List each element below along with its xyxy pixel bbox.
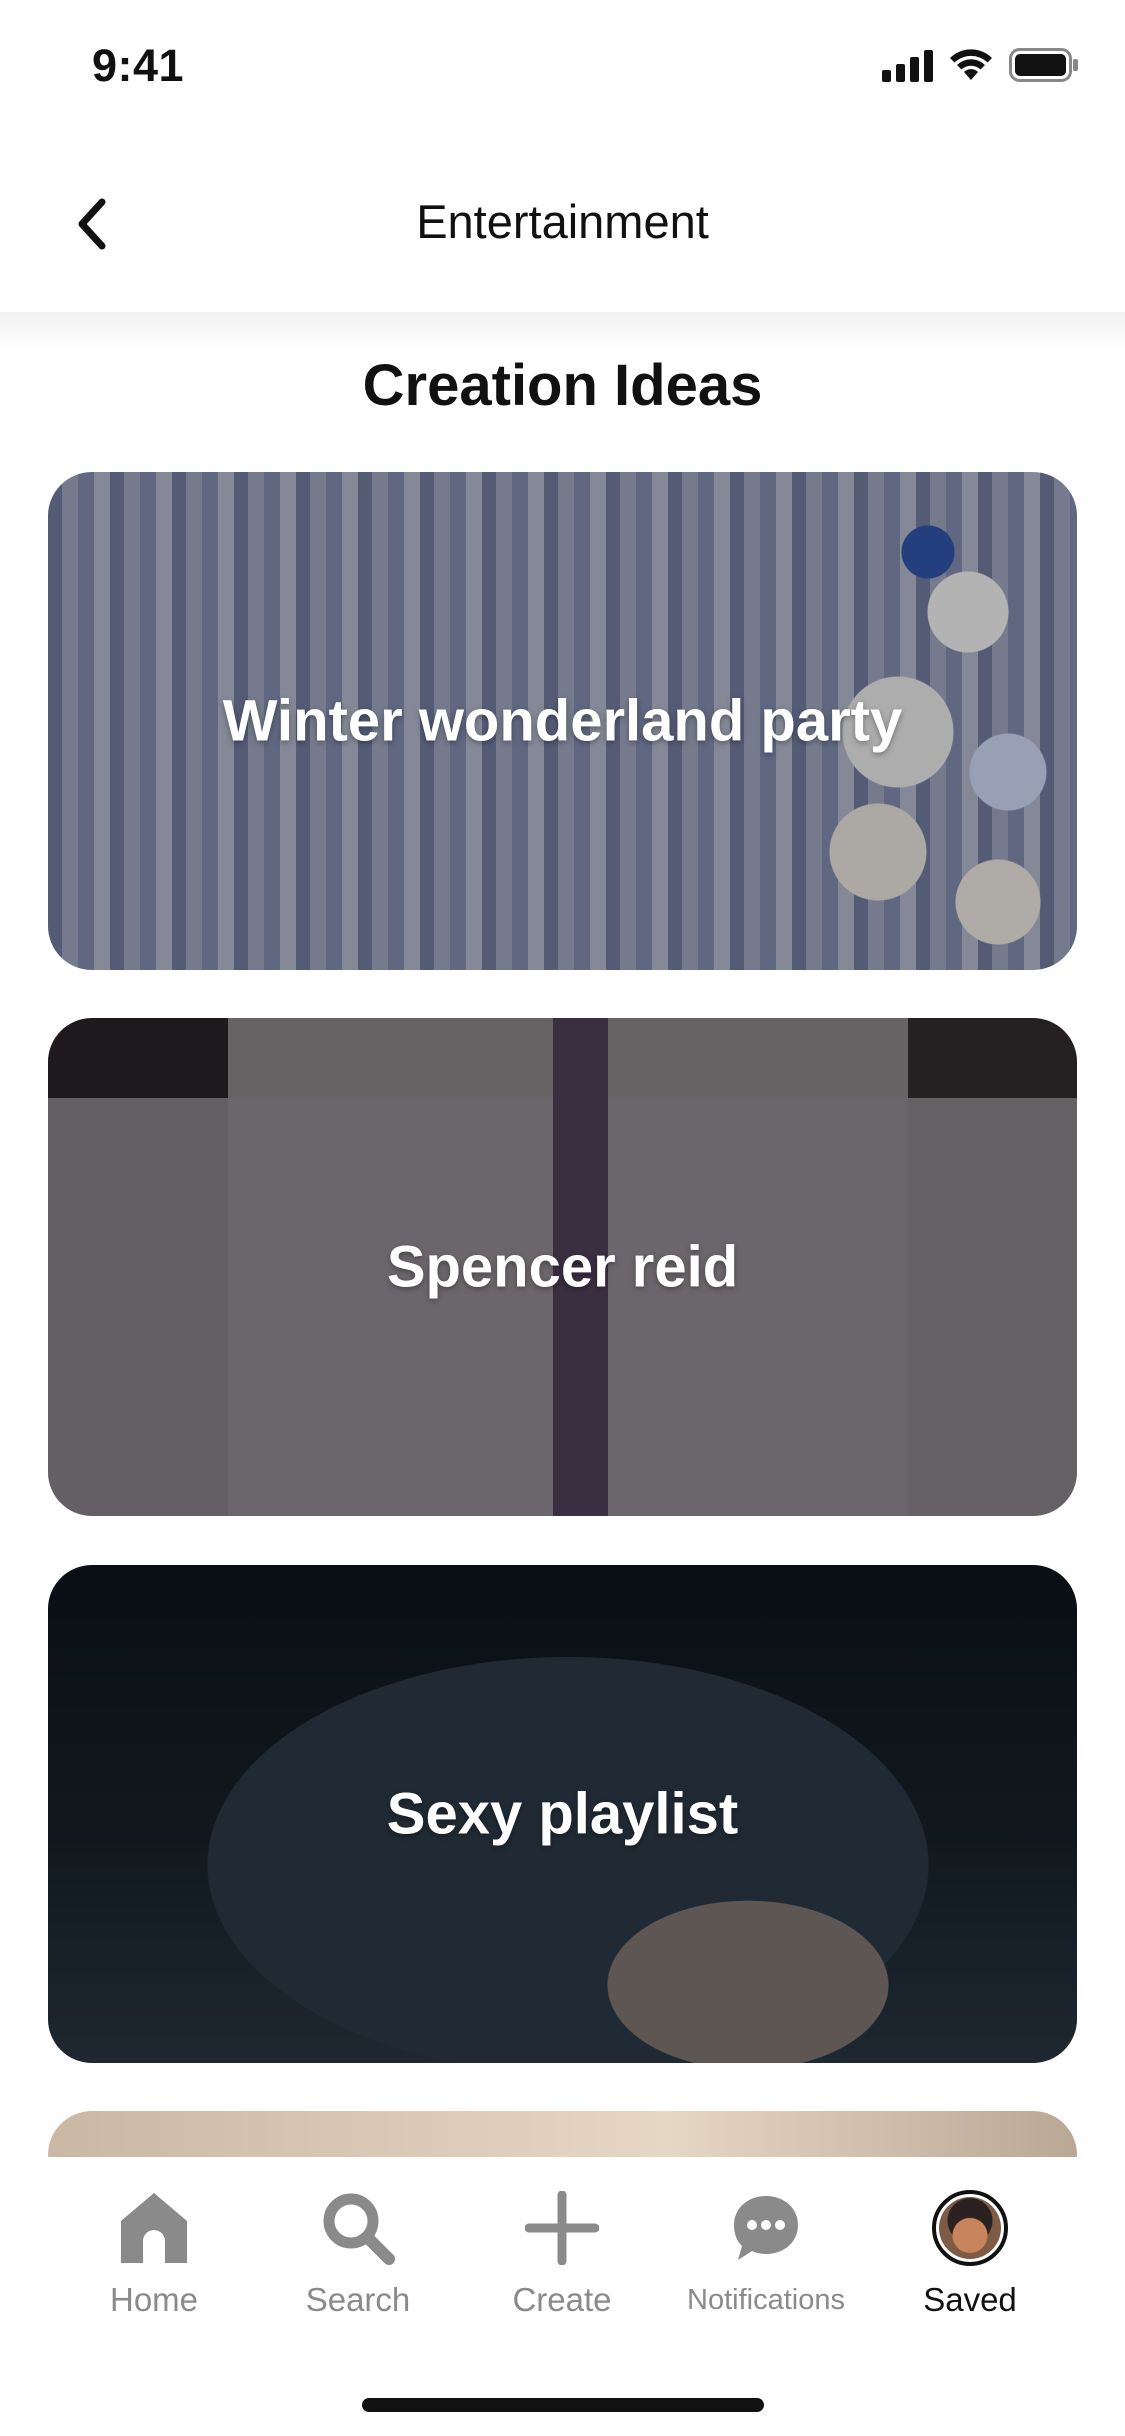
bottom-nav: Home Search Create Notifications Saved xyxy=(0,2157,1125,2436)
status-bar: 9:41 xyxy=(0,0,1125,140)
nav-home[interactable]: Home xyxy=(54,2185,254,2319)
home-indicator xyxy=(362,2398,764,2412)
page-title: Entertainment xyxy=(416,195,709,248)
nav-search-label: Search xyxy=(305,2281,411,2318)
idea-card-label: Sexy playlist xyxy=(386,1781,739,1847)
avatar-image xyxy=(939,2197,1001,2259)
status-icons xyxy=(882,48,1079,82)
plus-icon xyxy=(462,2185,662,2271)
idea-card[interactable]: Sexy playlist xyxy=(48,1565,1077,2063)
idea-card[interactable]: Winter wonderland party xyxy=(48,472,1077,970)
search-icon xyxy=(258,2185,458,2271)
wifi-icon xyxy=(949,48,993,82)
status-time: 9:41 xyxy=(92,40,185,91)
section-title: Creation Ideas xyxy=(362,353,763,418)
nav-saved-label: Saved xyxy=(923,2281,1017,2318)
avatar xyxy=(932,2190,1008,2266)
idea-card-label: Spencer reid xyxy=(386,1234,739,1300)
nav-notifications-label: Notifications xyxy=(687,2284,845,2316)
nav-saved[interactable]: Saved xyxy=(870,2185,1070,2319)
cellular-signal-icon xyxy=(882,48,933,82)
idea-card[interactable]: Spencer reid xyxy=(48,1018,1077,1516)
nav-notifications[interactable]: Notifications xyxy=(666,2185,866,2317)
home-icon xyxy=(54,2185,254,2271)
idea-card-label: Winter wonderland party xyxy=(222,688,903,754)
chat-bubble-icon xyxy=(666,2185,866,2271)
nav-create-label: Create xyxy=(512,2281,612,2318)
battery-icon xyxy=(1009,48,1079,82)
header-divider xyxy=(0,312,1125,352)
header: Entertainment xyxy=(0,140,1125,312)
nav-search[interactable]: Search xyxy=(258,2185,458,2319)
nav-create[interactable]: Create xyxy=(462,2185,662,2319)
nav-home-label: Home xyxy=(109,2281,199,2318)
